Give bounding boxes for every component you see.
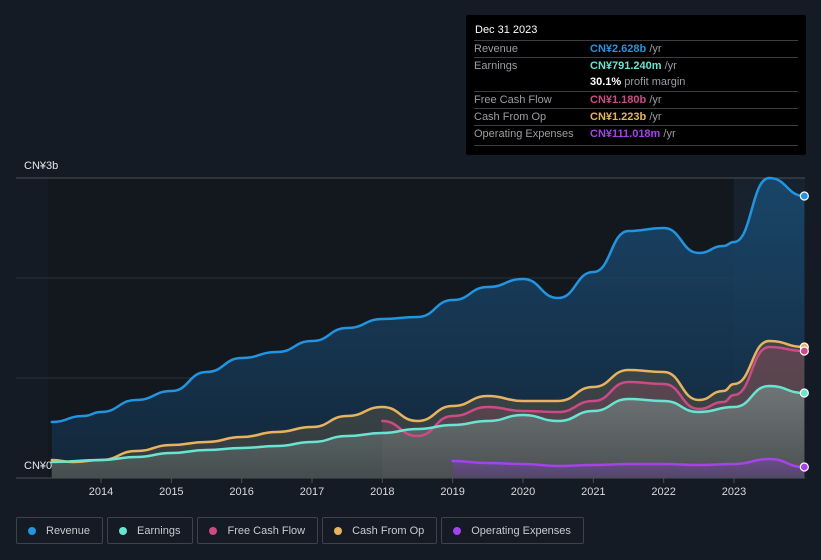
x-tick-label: 2016 — [229, 486, 253, 498]
tooltip-row-unit: /yr — [646, 111, 662, 123]
legend-dot-icon — [209, 526, 218, 535]
x-tick-label: 2019 — [440, 486, 464, 498]
tooltip-row-label: Operating Expenses — [474, 128, 574, 140]
tooltip-row-value: CN¥1.223b /yr — [590, 111, 662, 123]
tooltip-row: Earnings CN¥791.240m /yr — [474, 57, 798, 75]
y-axis-label-zero: CN¥0 — [24, 460, 53, 472]
tooltip-row-value: 30.1% profit margin — [590, 76, 686, 88]
y-axis-label-top: CN¥3b — [24, 160, 59, 172]
legend-item-earnings[interactable]: Earnings — [107, 517, 194, 544]
tooltip-row-value: CN¥111.018m /yr — [590, 128, 676, 140]
tooltip-row-unit: /yr — [646, 94, 662, 106]
x-tick-label: 2021 — [581, 486, 605, 498]
legend-label: Revenue — [46, 524, 91, 537]
tooltip-row: Cash From Op CN¥1.223b /yr — [474, 108, 798, 126]
tooltip-row: Revenue CN¥2.628b /yr — [474, 40, 798, 58]
tooltip-date: Dec 31 2023 — [475, 24, 538, 36]
tooltip-row-label: Cash From Op — [474, 111, 547, 123]
legend-dot-icon — [119, 526, 128, 535]
legend-item-revenue[interactable]: Revenue — [16, 517, 104, 544]
x-tick-label: 2015 — [159, 486, 183, 498]
tooltip-row: 30.1% profit margin — [474, 74, 798, 91]
tooltip-row-label: Earnings — [474, 60, 518, 72]
endpoint-revenue — [799, 191, 809, 201]
tooltip-row-value: CN¥2.628b /yr — [590, 43, 662, 55]
legend-dot-icon — [28, 526, 36, 535]
legend-item-cash-from-op[interactable]: Cash From Op — [322, 517, 438, 544]
legend-dot-icon — [334, 526, 343, 535]
tooltip-row-unit: profit margin — [621, 76, 686, 88]
legend-item-free-cash-flow[interactable]: Free Cash Flow — [197, 517, 319, 544]
legend-label: Operating Expenses — [471, 524, 571, 537]
legend-label: Cash From Op — [352, 524, 425, 537]
legend-label: Free Cash Flow — [227, 524, 306, 537]
tooltip-row-unit: /yr — [646, 43, 662, 55]
tooltip-divider — [474, 145, 798, 146]
tooltip-row: Operating Expenses CN¥111.018m /yr — [474, 125, 798, 143]
x-tick-label: 2020 — [511, 486, 535, 498]
tooltip-row-label: Free Cash Flow — [474, 94, 552, 106]
x-tick-label: 2023 — [722, 486, 746, 498]
tooltip-row-unit: /yr — [660, 128, 676, 140]
tooltip-row-unit: /yr — [661, 60, 677, 72]
endpoint-free-cash-flow — [799, 346, 809, 356]
tooltip-row-label: Revenue — [474, 43, 519, 55]
tooltip-row-value: CN¥791.240m /yr — [590, 60, 677, 72]
chart-legend: Revenue Earnings Free Cash Flow Cash From O… — [16, 517, 584, 546]
x-tick-label: 2018 — [370, 486, 394, 498]
x-tick-label: 2017 — [300, 486, 324, 498]
endpoint-operating-expenses — [799, 462, 809, 472]
x-tick-label: 2014 — [89, 486, 113, 498]
x-tick-label: 2022 — [651, 486, 675, 498]
endpoint-earnings — [799, 388, 809, 398]
legend-dot-icon — [453, 526, 462, 535]
tooltip-row: Free Cash Flow CN¥1.180b /yr — [474, 91, 798, 109]
tooltip-row-value: CN¥1.180b /yr — [590, 94, 662, 106]
legend-label: Earnings — [137, 524, 181, 537]
data-tooltip: Dec 31 2023 Revenue CN¥2.628b /yr Earnings… — [466, 15, 806, 155]
legend-item-operating-expenses[interactable]: Operating Expenses — [441, 517, 584, 544]
